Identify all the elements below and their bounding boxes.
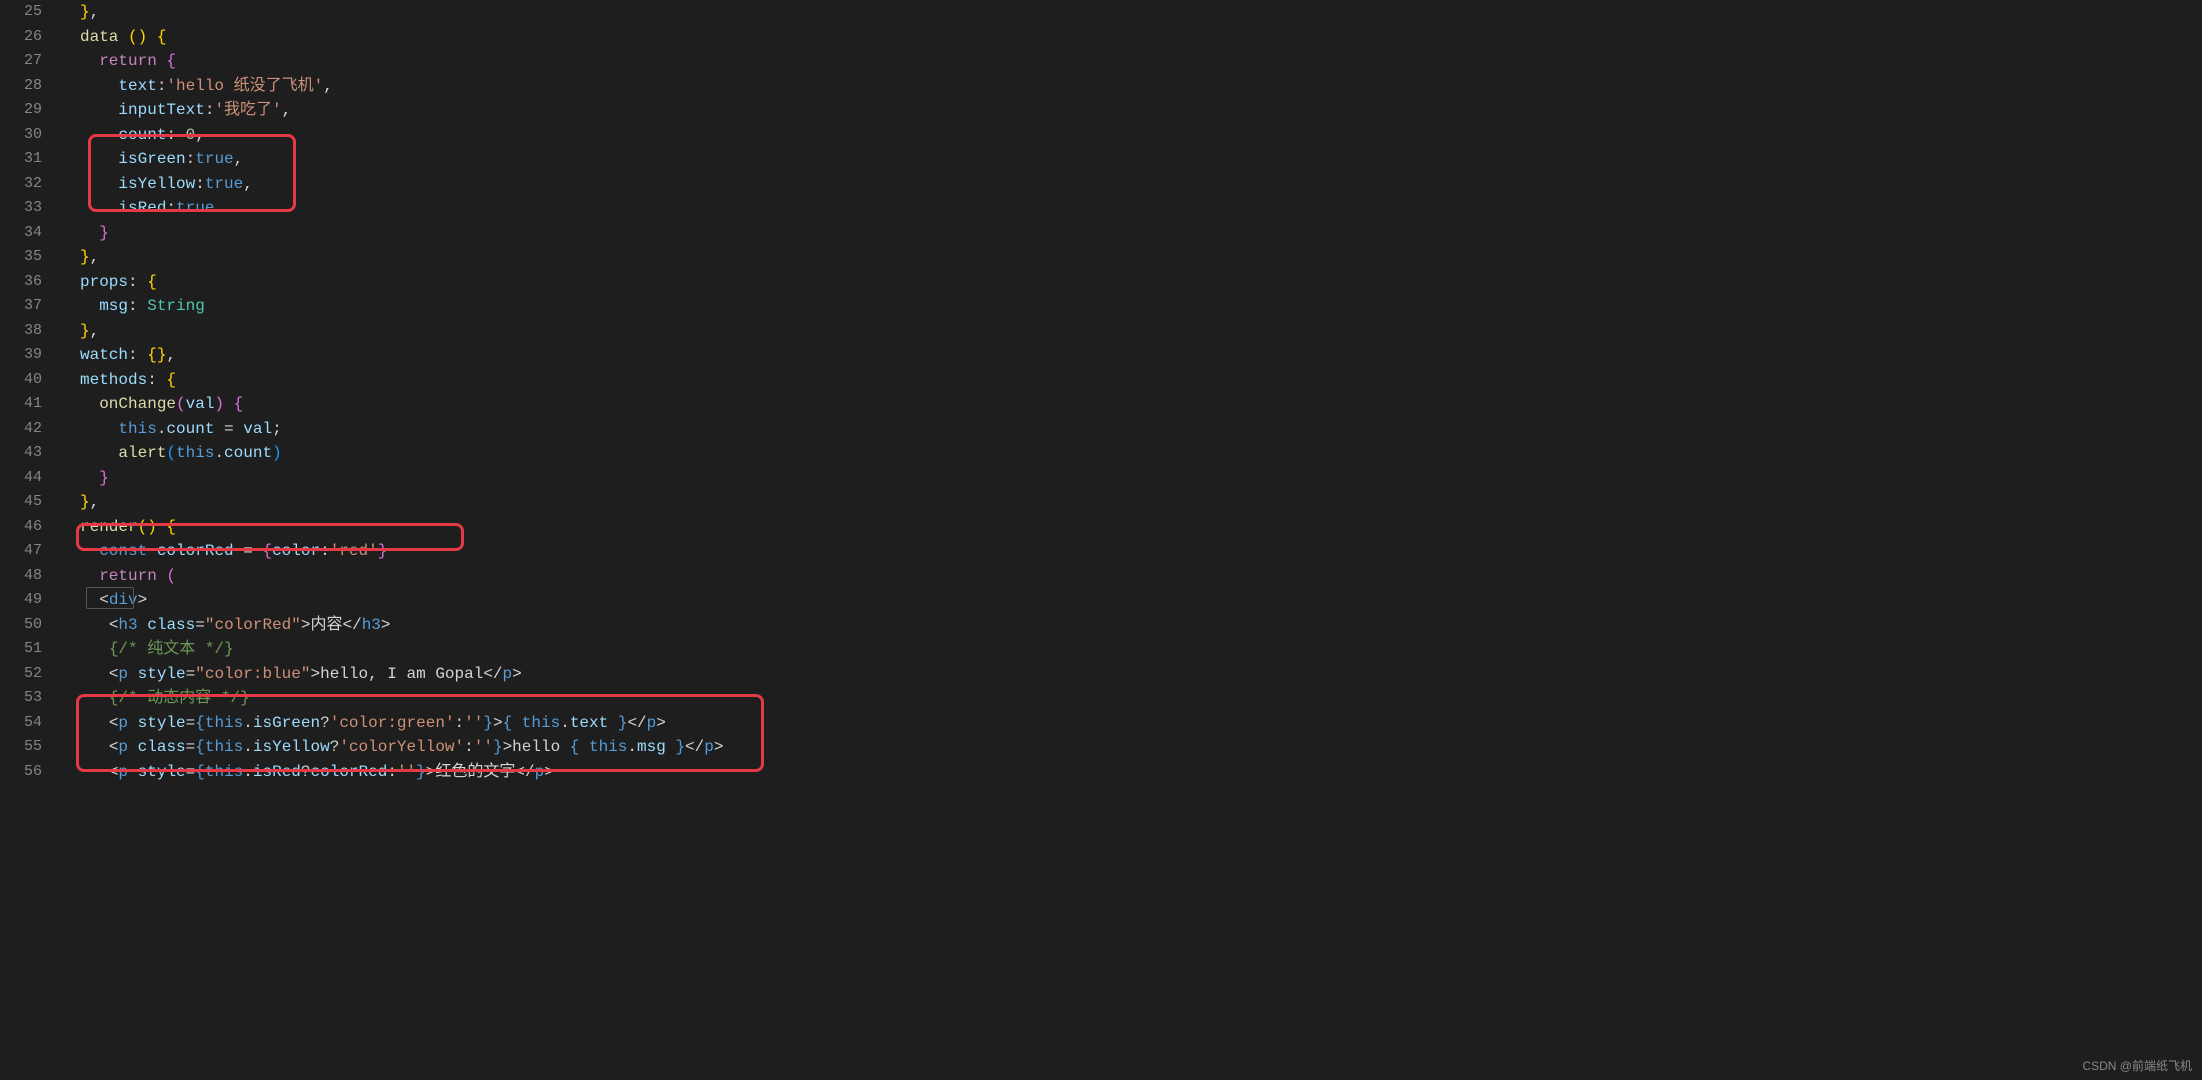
line-number: 49 [0, 588, 42, 613]
code-line[interactable]: count: 0, [80, 123, 2202, 148]
code-line[interactable]: const colorRed = {color:'red'} [80, 539, 2202, 564]
line-number: 44 [0, 466, 42, 491]
line-number: 38 [0, 319, 42, 344]
code-line[interactable]: return { [80, 49, 2202, 74]
line-number: 28 [0, 74, 42, 99]
code-editor[interactable]: 25 26 27 28 29 30 31 32 33 34 35 36 37 3… [0, 0, 2202, 1080]
code-line[interactable]: onChange(val) { [80, 392, 2202, 417]
code-line[interactable]: return ( [80, 564, 2202, 589]
line-number: 31 [0, 147, 42, 172]
code-line[interactable]: }, [80, 245, 2202, 270]
line-number: 46 [0, 515, 42, 540]
line-number: 50 [0, 613, 42, 638]
line-number: 37 [0, 294, 42, 319]
line-number: 43 [0, 441, 42, 466]
code-line[interactable]: data () { [80, 25, 2202, 50]
code-line[interactable]: {/* 纯文本 */} [80, 637, 2202, 662]
line-number: 34 [0, 221, 42, 246]
code-line[interactable]: } [80, 466, 2202, 491]
line-number: 48 [0, 564, 42, 589]
code-line[interactable]: }, [80, 490, 2202, 515]
line-number: 55 [0, 735, 42, 760]
line-number: 42 [0, 417, 42, 442]
code-line[interactable]: render() { [80, 515, 2202, 540]
line-number: 47 [0, 539, 42, 564]
code-line[interactable]: msg: String [80, 294, 2202, 319]
code-line[interactable]: <div> [80, 588, 2202, 613]
line-number: 56 [0, 760, 42, 785]
code-line[interactable]: {/* 动态内容 */} [80, 686, 2202, 711]
line-number: 26 [0, 25, 42, 50]
line-number: 30 [0, 123, 42, 148]
code-line[interactable]: isGreen:true, [80, 147, 2202, 172]
code-line[interactable]: methods: { [80, 368, 2202, 393]
line-number: 53 [0, 686, 42, 711]
code-line[interactable]: <h3 class="colorRed">内容</h3> [80, 613, 2202, 638]
code-line[interactable]: text:'hello 纸没了飞机', [80, 74, 2202, 99]
line-number: 54 [0, 711, 42, 736]
watermark: CSDN @前端纸飞机 [2082, 1057, 2192, 1074]
line-number: 29 [0, 98, 42, 123]
line-number: 25 [0, 0, 42, 25]
code-line[interactable]: }, [80, 0, 2202, 25]
line-number: 32 [0, 172, 42, 197]
line-number: 40 [0, 368, 42, 393]
line-number: 39 [0, 343, 42, 368]
code-line[interactable]: <p style={this.isRed?colorRed:''}>红色的文字<… [80, 760, 2202, 785]
line-number: 52 [0, 662, 42, 687]
code-line[interactable]: isYellow:true, [80, 172, 2202, 197]
code-line[interactable]: } [80, 221, 2202, 246]
line-number: 41 [0, 392, 42, 417]
line-number: 27 [0, 49, 42, 74]
code-line[interactable]: isRed:true [80, 196, 2202, 221]
line-number: 36 [0, 270, 42, 295]
line-number: 45 [0, 490, 42, 515]
code-line[interactable]: <p style="color:blue">hello, I am Gopal<… [80, 662, 2202, 687]
code-line[interactable]: <p style={this.isGreen?'color:green':''}… [80, 711, 2202, 736]
code-line[interactable]: watch: {}, [80, 343, 2202, 368]
line-number-gutter: 25 26 27 28 29 30 31 32 33 34 35 36 37 3… [0, 0, 60, 1080]
line-number: 33 [0, 196, 42, 221]
code-line[interactable]: props: { [80, 270, 2202, 295]
code-line[interactable]: this.count = val; [80, 417, 2202, 442]
code-line[interactable]: alert(this.count) [80, 441, 2202, 466]
line-number: 35 [0, 245, 42, 270]
code-area[interactable]: }, data () { return { text:'hello 纸没了飞机'… [60, 0, 2202, 1080]
line-number: 51 [0, 637, 42, 662]
code-line[interactable]: }, [80, 319, 2202, 344]
code-line[interactable]: inputText:'我吃了', [80, 98, 2202, 123]
code-line[interactable]: <p class={this.isYellow?'colorYellow':''… [80, 735, 2202, 760]
